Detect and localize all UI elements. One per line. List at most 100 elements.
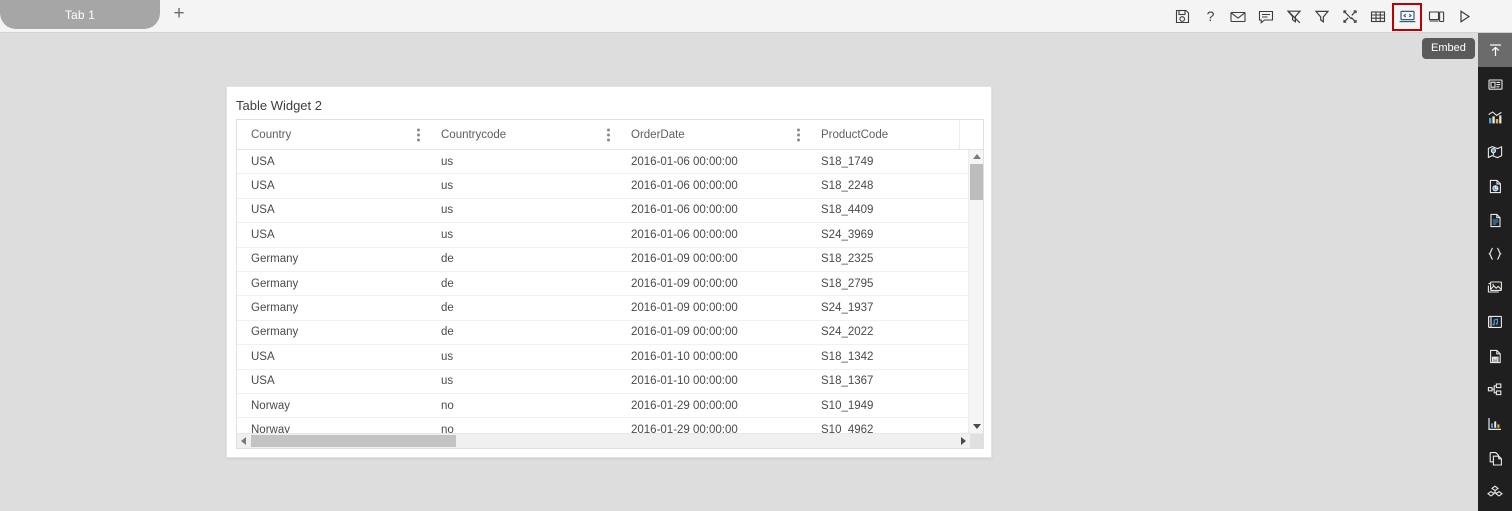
table-cell: de: [441, 253, 454, 266]
network-icon[interactable]: [1478, 475, 1512, 509]
table-cell: S18_1367: [821, 375, 874, 388]
grid-body: USA us 2016-01-06 00:00:00 S18_1749 USA us 201…: [237, 150, 983, 433]
table-cell: S24_3969: [821, 228, 874, 241]
tools-icon[interactable]: [1338, 5, 1362, 29]
column-header-label: ProductCode: [821, 129, 889, 141]
column-header-label: OrderDate: [631, 129, 685, 141]
table-widget: Table Widget 2 Country Countrycode Order…: [226, 86, 992, 458]
table-cell: de: [441, 277, 454, 290]
table-cell: 2016-01-06 00:00:00: [631, 204, 738, 217]
page-copy-icon[interactable]: [1478, 441, 1512, 475]
table-icon[interactable]: [1366, 5, 1390, 29]
scrollbar-corner: [970, 434, 983, 448]
code-icon[interactable]: [1478, 237, 1512, 271]
table-row[interactable]: Germany de 2016-01-09 00:00:00 S18_2325: [237, 248, 983, 272]
save-file-icon[interactable]: [1478, 339, 1512, 373]
scroll-right-arrow-icon[interactable]: [957, 434, 970, 448]
table-cell: Germany: [251, 302, 299, 315]
right-sidebar: [1478, 33, 1512, 511]
document-icon[interactable]: [1478, 203, 1512, 237]
table-cell: S10_4962: [821, 423, 874, 433]
table-cell: USA: [251, 180, 275, 193]
table-row[interactable]: USA us 2016-01-10 00:00:00 S18_1367: [237, 370, 983, 394]
table-cell: S18_1749: [821, 155, 874, 168]
vertical-scrollbar[interactable]: [968, 150, 983, 433]
scroll-left-arrow-icon[interactable]: [237, 434, 250, 448]
table-row[interactable]: Germany de 2016-01-09 00:00:00 S24_1937: [237, 296, 983, 321]
column-header-productcode[interactable]: ProductCode: [807, 120, 959, 150]
analytics-icon[interactable]: [1478, 407, 1512, 441]
column-header-country[interactable]: Country: [237, 120, 427, 150]
chart-icon[interactable]: [1478, 101, 1512, 135]
email-icon[interactable]: [1226, 5, 1250, 29]
table-row[interactable]: USA us 2016-01-06 00:00:00 S24_3969: [237, 223, 983, 248]
hierarchy-icon[interactable]: [1478, 373, 1512, 407]
table-cell: Norway: [251, 423, 290, 433]
table-row[interactable]: USA us 2016-01-06 00:00:00 S18_2248: [237, 174, 983, 199]
table-row[interactable]: Norway no 2016-01-29 00:00:00 S10_4962: [237, 418, 983, 433]
column-header-orderdate[interactable]: OrderDate: [617, 120, 807, 150]
column-menu-icon[interactable]: [797, 128, 800, 142]
column-menu-icon[interactable]: [607, 128, 610, 142]
table-cell: 2016-01-09 00:00:00: [631, 253, 738, 266]
embed-tooltip: Embed: [1422, 38, 1475, 59]
table-row[interactable]: Norway no 2016-01-29 00:00:00 S10_1949: [237, 394, 983, 419]
table-cell: no: [441, 399, 454, 412]
table-cell: 2016-01-09 00:00:00: [631, 326, 738, 339]
top-toolbar: ?: [1168, 0, 1478, 33]
application-root: Tab 1 + ? Embed Table Widget 2 Country C…: [0, 0, 1512, 511]
data-grid: Country Countrycode OrderDate ProductCod…: [236, 119, 984, 449]
table-cell: no: [441, 423, 454, 433]
tab-strip: Tab 1 +: [0, 0, 190, 33]
table-cell: us: [441, 204, 454, 217]
image-icon[interactable]: [1478, 271, 1512, 305]
comment-icon[interactable]: [1254, 5, 1278, 29]
media-icon[interactable]: [1478, 305, 1512, 339]
table-row[interactable]: Germany de 2016-01-09 00:00:00 S18_2795: [237, 272, 983, 297]
horizontal-scrollbar[interactable]: [237, 433, 983, 448]
datafile-icon[interactable]: [1478, 169, 1512, 203]
table-cell: Germany: [251, 277, 299, 290]
embed-icon[interactable]: [1392, 2, 1422, 31]
map-icon[interactable]: [1478, 135, 1512, 169]
table-cell: USA: [251, 228, 275, 241]
table-row[interactable]: Germany de 2016-01-09 00:00:00 S24_2022: [237, 321, 983, 346]
tab-1[interactable]: Tab 1: [0, 0, 160, 29]
tab-label: Tab 1: [64, 7, 96, 22]
table-cell: 2016-01-29 00:00:00: [631, 423, 738, 433]
table-cell: S18_2325: [821, 253, 874, 266]
table-cell: USA: [251, 155, 275, 168]
vertical-scroll-thumb[interactable]: [970, 164, 983, 200]
table-cell: S18_4409: [821, 204, 874, 217]
tooltip-label: Embed: [1431, 42, 1466, 54]
table-cell: 2016-01-06 00:00:00: [631, 180, 738, 193]
table-cell: USA: [251, 350, 275, 363]
table-cell: 2016-01-29 00:00:00: [631, 399, 738, 412]
play-icon[interactable]: [1452, 5, 1476, 29]
column-header-label: Countrycode: [441, 129, 507, 141]
add-tab-button[interactable]: +: [168, 3, 190, 25]
scroll-up-arrow-icon[interactable]: [969, 150, 983, 163]
table-cell: 2016-01-06 00:00:00: [631, 228, 738, 241]
column-header-countrycode[interactable]: Countrycode: [427, 120, 617, 150]
save-icon[interactable]: [1170, 5, 1194, 29]
clear-filter-icon[interactable]: [1282, 5, 1306, 29]
horizontal-scroll-thumb[interactable]: [251, 435, 456, 447]
scroll-down-arrow-icon[interactable]: [969, 420, 983, 433]
table-cell: Germany: [251, 253, 299, 266]
filter-icon[interactable]: [1310, 5, 1334, 29]
help-icon[interactable]: ?: [1198, 5, 1222, 29]
svg-text:?: ?: [1206, 8, 1214, 24]
table-cell: us: [441, 228, 454, 241]
table-row[interactable]: USA us 2016-01-06 00:00:00 S18_4409: [237, 199, 983, 224]
table-row[interactable]: USA us 2016-01-06 00:00:00 S18_1749: [237, 150, 983, 175]
responsive-icon[interactable]: [1424, 5, 1448, 29]
table-cell: us: [441, 350, 454, 363]
upload-icon[interactable]: [1478, 33, 1512, 67]
widget-icon[interactable]: [1478, 67, 1512, 101]
column-menu-icon[interactable]: [417, 128, 420, 142]
table-cell: 2016-01-09 00:00:00: [631, 302, 738, 315]
grid-header-row: Country Countrycode OrderDate ProductCod…: [237, 120, 983, 150]
table-row[interactable]: USA us 2016-01-10 00:00:00 S18_1342: [237, 345, 983, 370]
column-header-label: Country: [251, 129, 292, 141]
